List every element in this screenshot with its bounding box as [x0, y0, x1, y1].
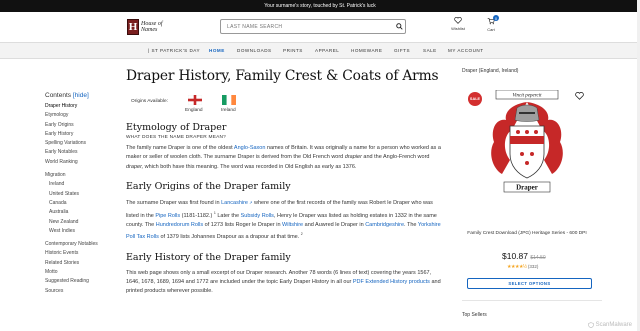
sidebar-item-canada[interactable]: Canada [45, 199, 120, 208]
nav-downloads[interactable]: DOWNLOADS [237, 48, 272, 53]
logo-mark: H [127, 19, 139, 35]
nav-my-account[interactable]: MY ACCOUNT [448, 48, 484, 53]
early-origins-heading: Early Origins of the Draper family [126, 181, 291, 193]
divider [462, 300, 602, 301]
sidebar-item-early-notables[interactable]: Early Notables [45, 148, 120, 157]
product-panel-title: Draper (England, Ireland) [462, 68, 519, 74]
nav-home[interactable]: HOME [209, 48, 225, 53]
sale-badge: SALE [468, 92, 482, 106]
product-price: $10.87 $14.50 [502, 251, 546, 261]
heart-icon [454, 17, 462, 24]
sidebar-item-new-zealand[interactable]: New Zealand [45, 218, 120, 227]
sidebar-item-spelling-variations[interactable]: Spelling Variations [45, 139, 120, 148]
origins-row: Origins Available: England Ireland [126, 89, 446, 117]
contents-title: Contents [hide] [45, 92, 120, 99]
hundredorum-rolls-link[interactable]: Hundredorum Rolls [156, 222, 203, 228]
crest-motto: Vincit pepercit [512, 94, 542, 99]
product-rating: ★★★★½ (332) [507, 264, 538, 270]
search-icon [395, 23, 403, 30]
sidebar-item-contemporary-notables[interactable]: Contemporary Notables [45, 240, 120, 249]
main-nav: | ST PATRICK'S DAY HOME DOWNLOADS PRINTS… [0, 42, 640, 59]
nav-apparel[interactable]: APPAREL [315, 48, 339, 53]
logo-line2: Names [141, 27, 158, 33]
rating-stars-icon: ★★★★½ [507, 264, 527, 270]
sidebar-item-suggested-reading[interactable]: Suggested Reading [45, 277, 120, 286]
family-crest-image[interactable]: Vincit pepercit Draper [482, 90, 572, 200]
etymology-paragraph: The family name Draper is one of the old… [126, 145, 441, 170]
product-caption[interactable]: Family Crest Download (JPG) Heritage Ser… [462, 230, 592, 237]
shield-icon [587, 322, 594, 328]
sidebar-item-ireland[interactable]: Ireland [45, 180, 120, 189]
sidebar-item-motto[interactable]: Motto [45, 268, 120, 277]
watermark-text: ScanMalware [595, 322, 632, 328]
select-options-button[interactable]: SELECT OPTIONS [467, 278, 592, 289]
announcement-text: Your surname's story, touched by St. Pat… [264, 3, 376, 9]
etymology-subheading: WHAT DOES THE NAME DRAPER MEAN? [126, 135, 227, 140]
sidebar-item-migration[interactable]: Migration [45, 171, 120, 180]
current-price: $10.87 [502, 251, 528, 261]
contents-sidebar: Contents [hide] Draper History Etymology… [45, 92, 120, 296]
search-button[interactable] [393, 21, 405, 33]
origins-label: Origins Available: [131, 99, 168, 104]
cambridgeshire-link[interactable]: Cambridgeshire [365, 222, 404, 228]
crest-name-banner: Draper [516, 184, 538, 192]
sidebar-item-australia[interactable]: Australia [45, 208, 120, 217]
origin-ireland-label[interactable]: Ireland [221, 108, 236, 113]
sidebar-item-early-history[interactable]: Early History [45, 130, 120, 139]
sidebar-item-early-origins[interactable]: Early Origins [45, 121, 120, 130]
early-history-paragraph: This web page shows only a small excerpt… [126, 269, 441, 295]
add-to-wishlist-icon[interactable] [575, 92, 584, 100]
search-input[interactable] [221, 20, 393, 33]
contents-title-text: Contents [45, 92, 72, 99]
early-history-heading: Early History of the Draper family [126, 251, 291, 263]
top-sellers-heading: Top Sellers [462, 312, 487, 318]
product-panel: Draper (England, Ireland) SALE Vincit pe… [462, 68, 602, 318]
nav-st-patricks-day[interactable]: | ST PATRICK'S DAY [148, 48, 200, 53]
cart-count-badge: 0 [493, 15, 499, 21]
watermark: ScanMalware [587, 322, 632, 328]
origin-england-label[interactable]: England [185, 108, 203, 113]
sidebar-item-historic-events[interactable]: Historic Events [45, 249, 120, 258]
sidebar-item-united-states[interactable]: United States [45, 190, 120, 199]
page-title: Draper History, Family Crest & Coats of … [126, 68, 439, 84]
sidebar-item-etymology[interactable]: Etymology [45, 111, 120, 120]
sidebar-item-related-stories[interactable]: Related Stories [45, 259, 120, 268]
ireland-flag-icon[interactable] [222, 95, 236, 105]
cart-button[interactable]: 0 Cart [479, 15, 503, 32]
anglo-saxon-link[interactable]: Anglo-Saxon [234, 145, 266, 151]
logo-text: House of Names [141, 21, 163, 33]
rating-count: (332) [527, 264, 539, 269]
wiltshire-link[interactable]: Wiltshire [282, 222, 303, 228]
lancashire-link[interactable]: Lancashire [221, 200, 248, 206]
footnote-2[interactable]: 2 [301, 232, 303, 236]
wishlist-label: Wishlist [451, 26, 465, 31]
wishlist-button[interactable]: Wishlist [446, 17, 470, 31]
early-origins-paragraph: The surname Draper was first found in La… [126, 200, 441, 241]
nav-gifts[interactable]: GIFTS [394, 48, 410, 53]
nav-homeware[interactable]: HOMEWARE [351, 48, 382, 53]
nav-sale[interactable]: SALE [423, 48, 437, 53]
pipe-rolls-link[interactable]: Pipe Rolls [155, 212, 180, 218]
site-header: H House of Names Wishlist 0 Cart [0, 12, 640, 42]
article-main: Draper History, Family Crest & Coats of … [126, 68, 446, 297]
site-logo[interactable]: H House of Names [127, 17, 177, 37]
old-price: $14.50 [530, 255, 546, 261]
search-box [220, 19, 406, 34]
sidebar-item-draper-history[interactable]: Draper History [45, 102, 120, 111]
announcement-bar: Your surname's story, touched by St. Pat… [0, 0, 640, 12]
pdf-extended-history-link[interactable]: PDF Extended History products [353, 279, 430, 285]
sidebar-item-world-ranking[interactable]: World Ranking [45, 158, 120, 167]
england-flag-icon[interactable] [188, 95, 202, 105]
etymology-heading: Etymology of Draper [126, 122, 227, 133]
contents-hide-link[interactable]: [hide] [73, 92, 89, 99]
sidebar-item-west-indies[interactable]: West Indies [45, 227, 120, 236]
sidebar-item-sources[interactable]: Sources [45, 287, 120, 296]
cart-label: Cart [487, 27, 495, 32]
nav-prints[interactable]: PRINTS [283, 48, 303, 53]
subsidy-rolls-link[interactable]: Subsidy Rolls [241, 212, 274, 218]
